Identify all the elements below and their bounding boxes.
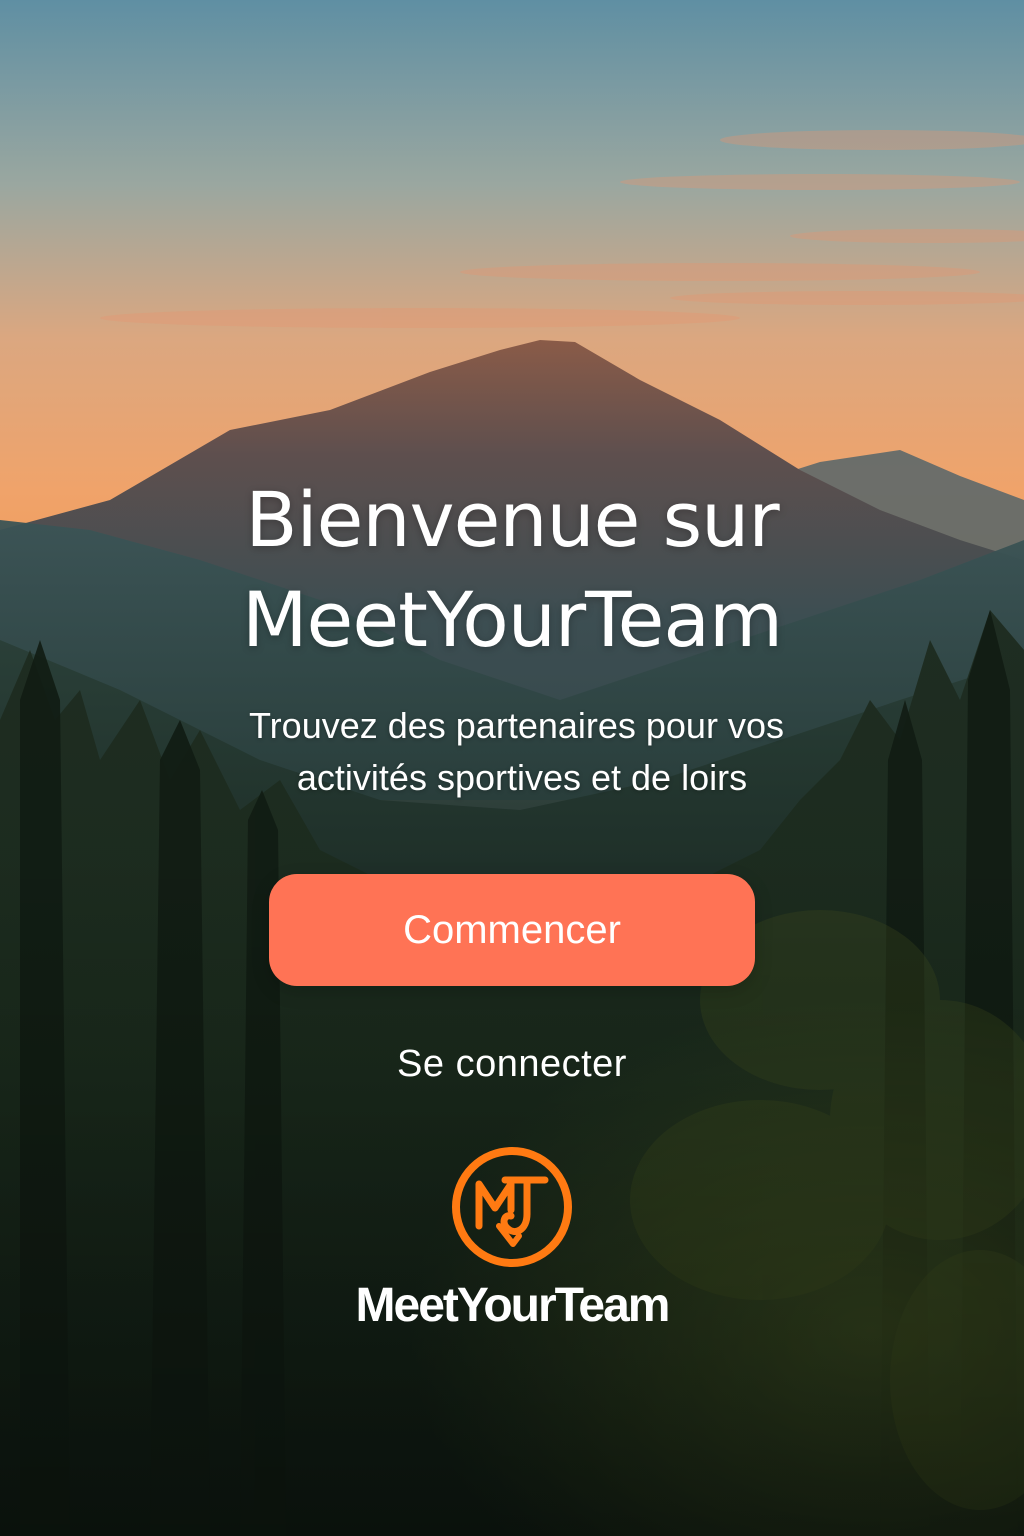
welcome-title-line-2: MeetYourTeam: [241, 575, 783, 664]
welcome-title-line-1: Bienvenue sur: [245, 475, 779, 564]
welcome-title: Bienvenue sur MeetYourTeam: [0, 470, 1024, 670]
welcome-subtitle: Trouvez des partenaires pour vos activit…: [0, 700, 1024, 804]
welcome-screen: Bienvenue sur MeetYourTeam Trouvez des p…: [0, 0, 1024, 1536]
start-button[interactable]: Commencer: [269, 874, 755, 986]
welcome-subtitle-line-2: activités sportives et de loirs: [296, 757, 748, 798]
mt-monogram-icon: [452, 1147, 572, 1267]
welcome-subtitle-line-1: Trouvez des partenaires pour vos: [249, 705, 784, 746]
welcome-content: Bienvenue sur MeetYourTeam Trouvez des p…: [0, 0, 1024, 1536]
login-link[interactable]: Se connecter: [0, 1040, 1024, 1088]
brand-name: MeetYourTeam: [355, 1279, 671, 1332]
